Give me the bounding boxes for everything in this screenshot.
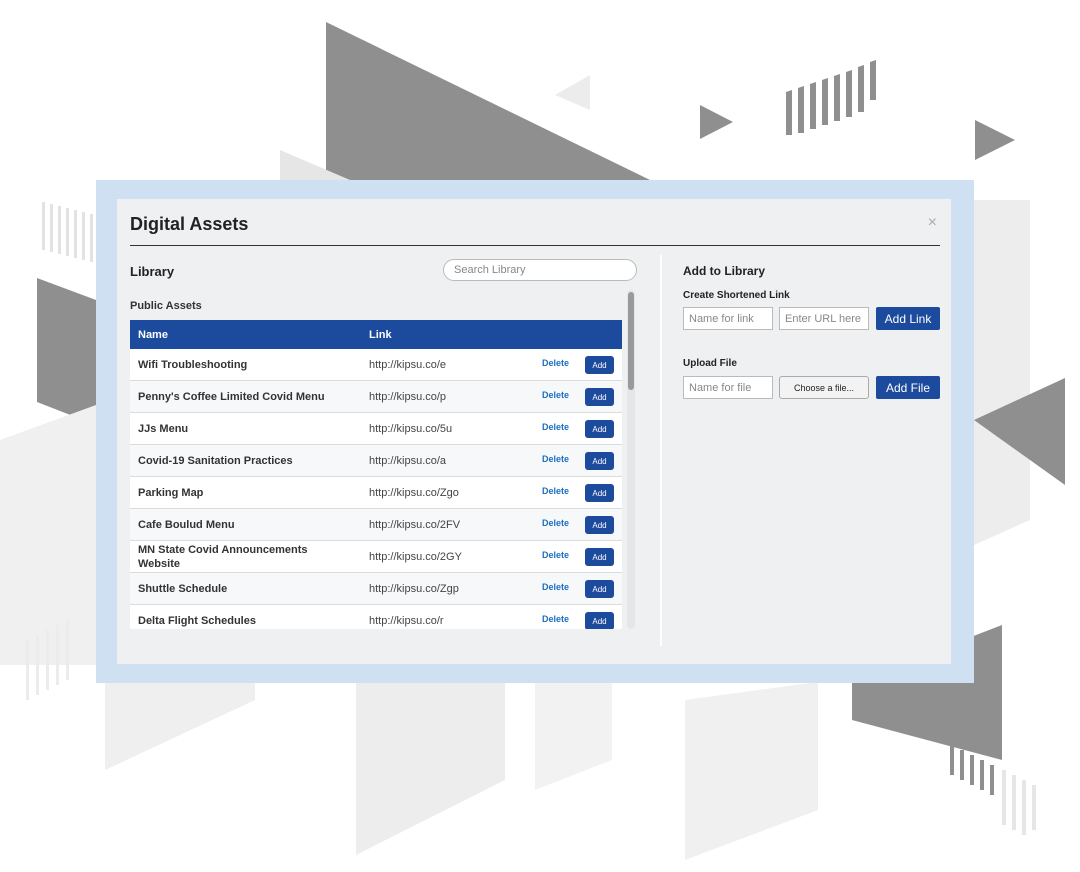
add-button[interactable]: Add [585,484,614,502]
asset-link[interactable]: http://kipsu.co/5u [369,413,452,444]
modal-backdrop-frame: Digital Assets × Library Public Assets N… [96,180,974,683]
add-link-button[interactable]: Add Link [876,307,940,330]
table-row: Cafe Boulud Menu http://kipsu.co/2FV Del… [130,509,622,541]
delete-button[interactable]: Delete [542,518,569,528]
public-assets-heading: Public Assets [130,300,202,312]
asset-link[interactable]: http://kipsu.co/p [369,381,446,412]
close-icon[interactable]: × [928,214,937,232]
add-button[interactable]: Add [585,452,614,470]
table-row: MN State Covid Announcements Website htt… [130,541,622,573]
asset-link[interactable]: http://kipsu.co/r [369,605,444,629]
table-row: Shuttle Schedule http://kipsu.co/Zgp Del… [130,573,622,605]
add-button[interactable]: Add [585,388,614,406]
asset-name: Parking Map [138,486,204,499]
create-short-link-label: Create Shortened Link [683,290,790,301]
assets-table: Name Link Wifi Troubleshooting http://ki… [130,320,622,629]
add-button[interactable]: Add [585,516,614,534]
asset-name: MN State Covid Announcements Website [138,543,308,570]
file-name-input[interactable] [683,376,773,399]
scrollbar-thumb[interactable] [628,292,634,390]
asset-link[interactable]: http://kipsu.co/a [369,445,446,476]
asset-name: JJs Menu [138,422,189,435]
asset-name: Cafe Boulud Menu [138,518,235,531]
table-row: Wifi Troubleshooting http://kipsu.co/e D… [130,349,622,381]
column-header-link: Link [369,329,392,341]
table-row: Parking Map http://kipsu.co/Zgo Delete A… [130,477,622,509]
add-button[interactable]: Add [585,580,614,598]
delete-button[interactable]: Delete [542,358,569,368]
delete-button[interactable]: Delete [542,390,569,400]
add-file-button[interactable]: Add File [876,376,940,399]
upload-file-label: Upload File [683,358,737,369]
url-input[interactable] [779,307,869,330]
delete-button[interactable]: Delete [542,550,569,560]
asset-link[interactable]: http://kipsu.co/2GY [369,541,462,572]
table-row: JJs Menu http://kipsu.co/5u Delete Add [130,413,622,445]
asset-link[interactable]: http://kipsu.co/Zgp [369,573,459,604]
add-button[interactable]: Add [585,612,614,629]
table-header: Name Link [130,320,622,349]
delete-button[interactable]: Delete [542,422,569,432]
modal-title: Digital Assets [130,214,249,234]
asset-name: Delta Flight Schedules [138,614,256,627]
delete-button[interactable]: Delete [542,582,569,592]
asset-link[interactable]: http://kipsu.co/e [369,349,446,380]
delete-button[interactable]: Delete [542,614,569,624]
panel-divider [660,255,662,646]
table-row: Covid-19 Sanitation Practices http://kip… [130,445,622,477]
choose-file-button[interactable]: Choose a file... [779,376,869,399]
asset-link[interactable]: http://kipsu.co/Zgo [369,477,459,508]
library-heading: Library [130,264,175,279]
column-header-name: Name [138,329,168,341]
search-library-input[interactable] [443,259,637,281]
asset-link[interactable]: http://kipsu.co/2FV [369,509,460,540]
delete-button[interactable]: Delete [542,486,569,496]
add-button[interactable]: Add [585,548,614,566]
add-to-library-heading: Add to Library [683,264,766,278]
add-button[interactable]: Add [585,356,614,374]
link-name-input[interactable] [683,307,773,330]
delete-button[interactable]: Delete [542,454,569,464]
title-divider [130,245,940,246]
add-button[interactable]: Add [585,420,614,438]
asset-name: Penny's Coffee Limited Covid Menu [138,390,325,403]
asset-name: Shuttle Schedule [138,582,228,595]
table-row: Penny's Coffee Limited Covid Menu http:/… [130,381,622,413]
asset-name: Wifi Troubleshooting [138,358,248,371]
asset-name: Covid-19 Sanitation Practices [138,454,293,467]
digital-assets-modal: Digital Assets × Library Public Assets N… [117,199,951,664]
table-row: Delta Flight Schedules http://kipsu.co/r… [130,605,622,629]
